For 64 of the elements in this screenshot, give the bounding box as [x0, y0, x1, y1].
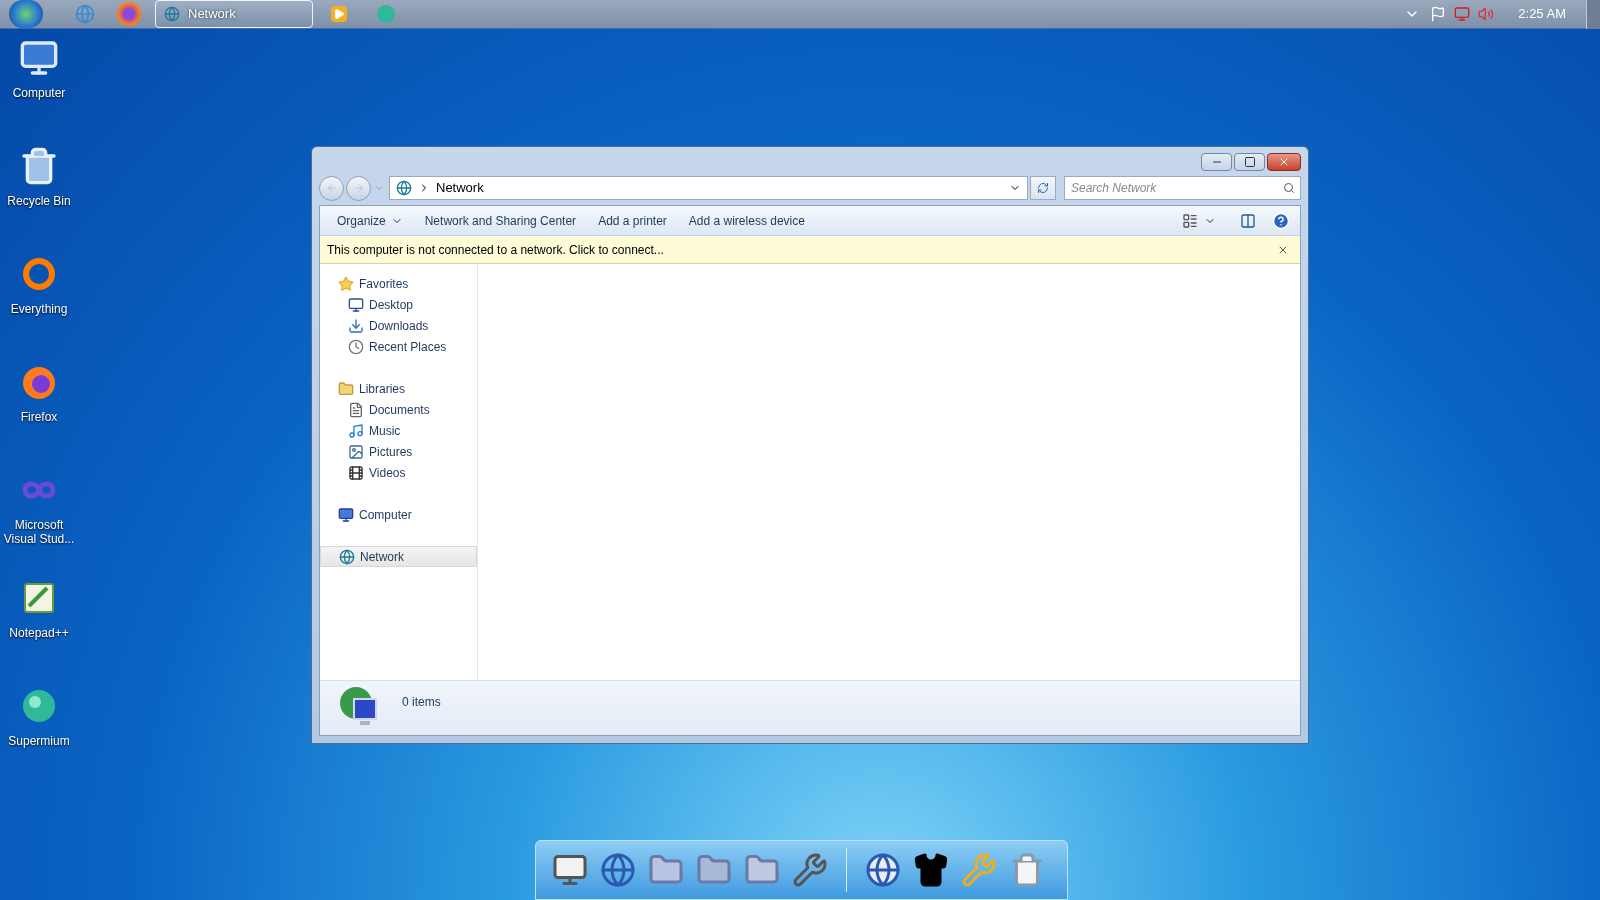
nav-item[interactable]: Computer: [320, 504, 477, 525]
film-icon: [348, 464, 364, 481]
refresh-icon: [1037, 182, 1049, 194]
star-icon: [338, 275, 354, 292]
desktop-icon-label[interactable]: Recycle Bin: [3, 194, 75, 208]
nav-item[interactable]: Music: [320, 420, 477, 441]
desktop-icon-label[interactable]: Computer: [3, 86, 75, 100]
nav-item[interactable]: Pictures: [320, 441, 477, 462]
globe-icon: [339, 548, 355, 565]
item-count: 0 items: [402, 694, 441, 711]
refresh-button[interactable]: [1030, 176, 1056, 200]
toolbar-button[interactable]: Add a wireless device: [677, 208, 816, 233]
desktop-icon-label[interactable]: Microsoft Visual Stud...: [3, 518, 75, 546]
nav-item[interactable]: Downloads: [320, 315, 477, 336]
desktop-icon-label[interactable]: Supermium: [3, 734, 75, 748]
network-tray-icon[interactable]: [1454, 6, 1471, 22]
maximize-button[interactable]: [1234, 153, 1265, 171]
forward-arrow-icon: [352, 182, 365, 194]
search-field[interactable]: Search Network: [1064, 176, 1301, 200]
toolbar-button[interactable]: Add a printer: [587, 208, 678, 233]
toolbar-button[interactable]: Organize: [326, 208, 414, 233]
show-desktop-button[interactable]: [1586, 0, 1600, 29]
address-text[interactable]: Network: [436, 178, 484, 198]
toolbar-button[interactable]: Network and Sharing Center: [413, 208, 588, 233]
info-bar[interactable]: This computer is not connected to a network. Click to connect...: [320, 236, 1300, 264]
computer-icon: [338, 506, 354, 523]
address-bar[interactable]: Network: [389, 176, 1028, 200]
info-bar-message[interactable]: This computer is not connected to a network. Click to connect...: [327, 240, 664, 259]
desktop-icon-label[interactable]: Notepad++: [3, 626, 75, 640]
view-list-icon: [1182, 212, 1198, 229]
forward-button[interactable]: [346, 175, 371, 201]
picture-icon: [348, 443, 364, 460]
globe-icon: [75, 4, 95, 24]
nav-item[interactable]: Desktop: [320, 294, 477, 315]
network-icon: [164, 6, 180, 22]
close-icon: [1278, 156, 1290, 168]
desktop-icon-label[interactable]: Firefox: [3, 410, 75, 424]
maximize-icon: [1243, 156, 1256, 168]
search-icon[interactable]: [1283, 182, 1295, 194]
play-icon: [333, 8, 345, 20]
flag-icon[interactable]: [1430, 6, 1447, 22]
nav-item[interactable]: Recent Places: [320, 336, 477, 357]
computer-icon: [19, 38, 59, 78]
back-arrow-icon: [325, 182, 338, 194]
back-button[interactable]: [319, 175, 344, 201]
desktop-icon-label[interactable]: Everything: [3, 302, 75, 316]
download-icon: [348, 317, 364, 334]
start-button[interactable]: [9, 0, 43, 28]
nav-item[interactable]: Network: [320, 546, 477, 567]
clock-icon: [348, 338, 364, 355]
help-icon: [1272, 211, 1290, 230]
nav-item[interactable]: Documents: [320, 399, 477, 420]
nav-item[interactable]: Libraries: [320, 378, 477, 399]
folder-icon: [338, 380, 354, 397]
close-button[interactable]: [1267, 153, 1301, 171]
music-note-icon: [348, 422, 364, 439]
preview-pane-icon: [1240, 212, 1256, 229]
monitor-icon: [348, 296, 364, 313]
nav-item[interactable]: Videos: [320, 462, 477, 483]
browser-taskbar-icon[interactable]: [73, 2, 97, 26]
document-icon: [348, 401, 364, 418]
network-icon: [396, 180, 412, 196]
media-taskbar-icon[interactable]: [331, 6, 347, 22]
nav-item[interactable]: Favorites: [320, 273, 477, 294]
